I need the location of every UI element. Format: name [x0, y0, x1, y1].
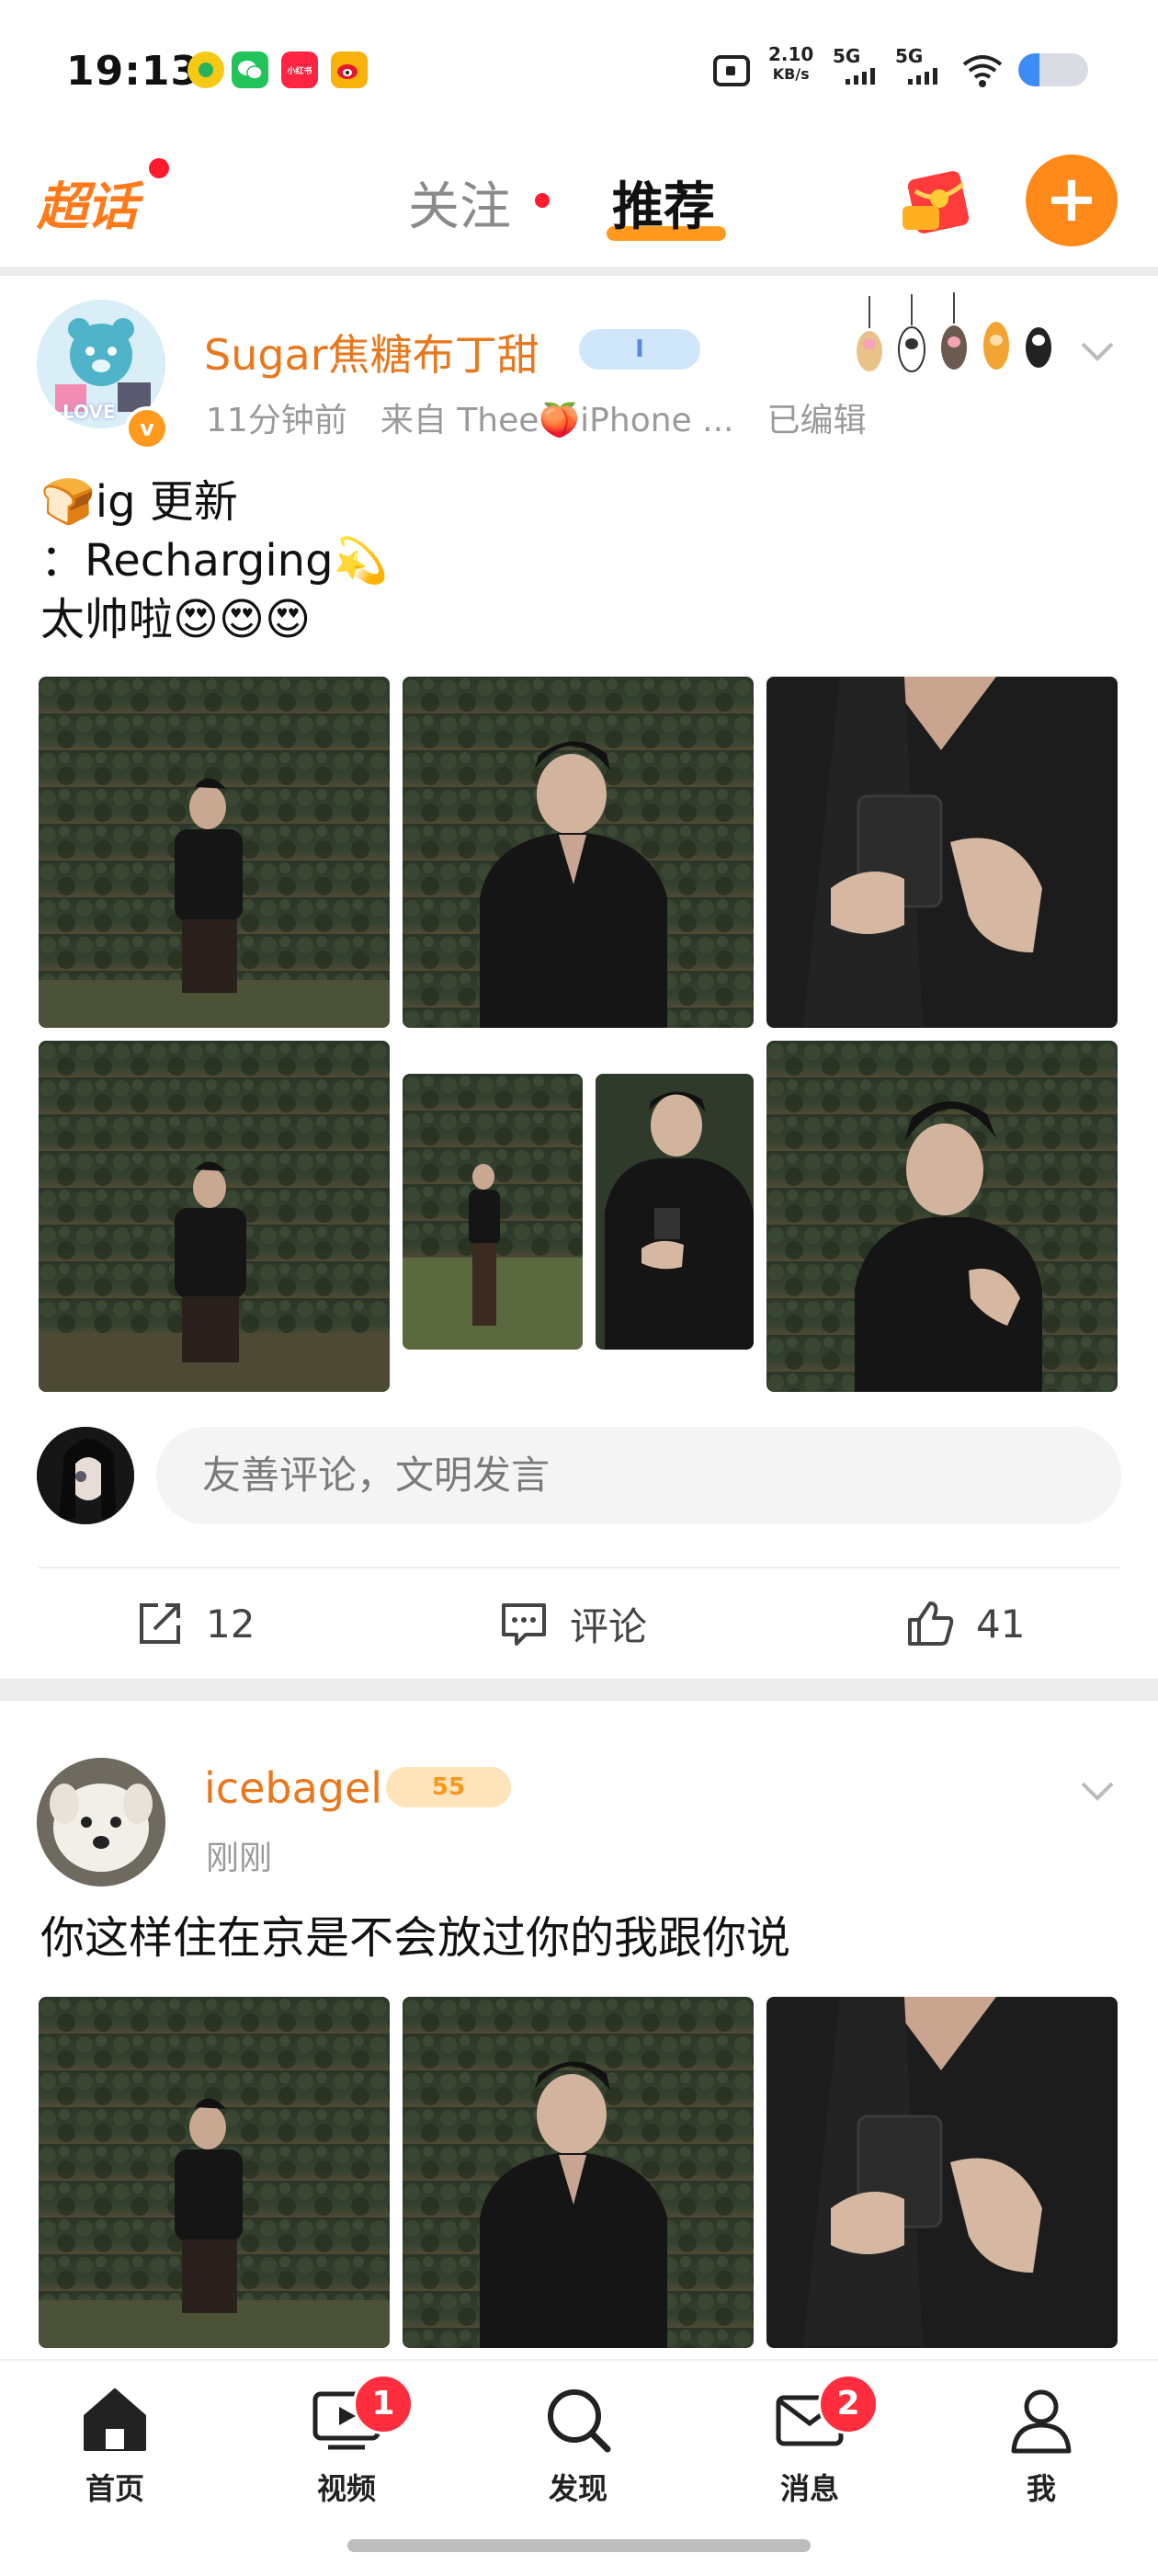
level-badge: 55	[386, 1767, 511, 1807]
post-username[interactable]: Sugar焦糖布丁甜	[204, 322, 539, 382]
video-badge: 1	[353, 2374, 414, 2434]
battery-fill	[1018, 53, 1039, 86]
verified-badge-icon: v	[125, 406, 169, 450]
post-text[interactable]: 🍞ig 更新 ：Recharging💫 太帅啦😍😍😍	[40, 473, 388, 649]
compose-button[interactable]: +	[1026, 154, 1118, 246]
logo-notification-dot	[149, 158, 169, 178]
post-card[interactable]: LOVE v Sugar焦糖布丁甜 I 11分钟前 来自 Thee🍑iPhone…	[0, 276, 1158, 1673]
wifi-icon	[961, 53, 1004, 94]
net-speed: 2.10 KB/s	[768, 44, 813, 85]
home-icon	[84, 2388, 146, 2451]
comment-composer: 友善评论，文明发言	[0, 1427, 1158, 1524]
like-count: 41	[976, 1601, 1026, 1647]
post-photo[interactable]	[39, 1041, 390, 1392]
level-badge-text: 55	[431, 1773, 466, 1801]
nav-profile-label: 我	[1026, 2471, 1056, 2506]
signal-icon-2	[908, 68, 937, 85]
cat-paws-decoration-icon	[851, 287, 1081, 379]
profile-icon	[1011, 2389, 1072, 2454]
post-username[interactable]: icebagel	[204, 1763, 382, 1813]
nav-messages[interactable]: 消息 2	[741, 2374, 879, 2508]
avatar-caption: LOVE	[62, 401, 116, 423]
messages-badge: 2	[818, 2374, 879, 2434]
chevron-down-icon[interactable]	[1079, 1772, 1116, 1809]
post-photo[interactable]	[39, 1997, 390, 2348]
wechat-icon	[232, 51, 268, 88]
sim2-label: 5G	[895, 45, 924, 67]
nav-home-label: 首页	[85, 2471, 144, 2506]
nav-video-label: 视频	[316, 2471, 376, 2506]
post-text[interactable]: 你这样住在京是不会放过你的我跟你说	[40, 1909, 790, 1967]
post-photo[interactable]	[403, 677, 754, 1028]
comment-button[interactable]: 评论	[498, 1568, 647, 1679]
divider	[0, 267, 1158, 276]
xiaohongshu-icon: 小红书	[281, 51, 318, 88]
action-bar: 12 评论 41	[0, 1568, 1158, 1679]
net-speed-value: 2.10	[768, 43, 814, 65]
nav-profile[interactable]: 我	[972, 2383, 1110, 2508]
post-time: 刚刚	[206, 1840, 273, 1877]
avatar[interactable]	[37, 1758, 165, 1886]
post-photo[interactable]	[403, 1074, 583, 1350]
level-badge: I	[579, 329, 700, 370]
red-packet-icon[interactable]	[899, 165, 971, 237]
share-button[interactable]: 12	[134, 1568, 255, 1679]
nav-video[interactable]: 视频 1	[278, 2374, 415, 2508]
post-separator	[0, 1679, 1158, 1701]
my-avatar[interactable]	[37, 1427, 134, 1524]
post-source[interactable]: 来自 Thee🍑iPhone ...	[380, 402, 734, 439]
home-indicator[interactable]	[347, 2539, 811, 2552]
weibo-icon	[331, 51, 368, 88]
nav-home[interactable]: 首页	[46, 2383, 184, 2508]
like-button[interactable]: 41	[904, 1568, 1025, 1679]
post-photo[interactable]	[766, 1997, 1118, 2348]
tab-recommend[interactable]: 推荐	[612, 165, 715, 240]
battery-icon	[1018, 53, 1088, 86]
thumbs-up-icon	[908, 1601, 954, 1646]
search-icon	[548, 2389, 611, 2453]
level-badge-text: I	[635, 336, 644, 363]
post-photo[interactable]	[766, 1041, 1118, 1392]
supertopic-logo[interactable]: 超话	[37, 165, 138, 240]
status-time: 19:13	[66, 48, 200, 95]
post-edited: 已编辑	[766, 402, 867, 439]
nav-discover-label: 发现	[548, 2471, 607, 2506]
nav-messages-label: 消息	[779, 2471, 839, 2506]
chevron-down-icon[interactable]	[1079, 333, 1116, 370]
comment-input[interactable]: 友善评论，文明发言	[156, 1427, 1121, 1524]
comment-label: 评论	[570, 1603, 648, 1649]
post-meta: 11分钟前 来自 Thee🍑iPhone ... 已编辑	[206, 393, 867, 441]
follow-notification-dot	[535, 193, 550, 208]
post-photo[interactable]	[596, 1074, 754, 1350]
share-count: 12	[206, 1601, 255, 1647]
tab-follow[interactable]: 关注	[408, 165, 511, 240]
post-photo[interactable]	[403, 1997, 754, 2348]
signal-icon-1	[846, 68, 875, 85]
sim1-label: 5G	[833, 45, 861, 67]
nfc-icon	[713, 55, 750, 86]
comment-icon	[502, 1603, 546, 1646]
qq-music-icon	[187, 51, 224, 88]
post-photo[interactable]	[766, 677, 1118, 1028]
post-time: 11分钟前	[206, 402, 347, 439]
top-nav: 超话 关注 推荐 +	[0, 138, 1158, 267]
share-icon	[140, 1603, 180, 1644]
post-card[interactable]: icebagel 55 刚刚 你这样住在京是不会放过你的我跟你说	[0, 1701, 1158, 2359]
nav-discover[interactable]: 发现	[509, 2383, 647, 2508]
post-photo[interactable]	[39, 677, 390, 1028]
status-bar: 19:13 小红书 2.10 KB/s 5G 5G	[0, 0, 1158, 138]
net-speed-unit: KB/s	[772, 65, 810, 83]
